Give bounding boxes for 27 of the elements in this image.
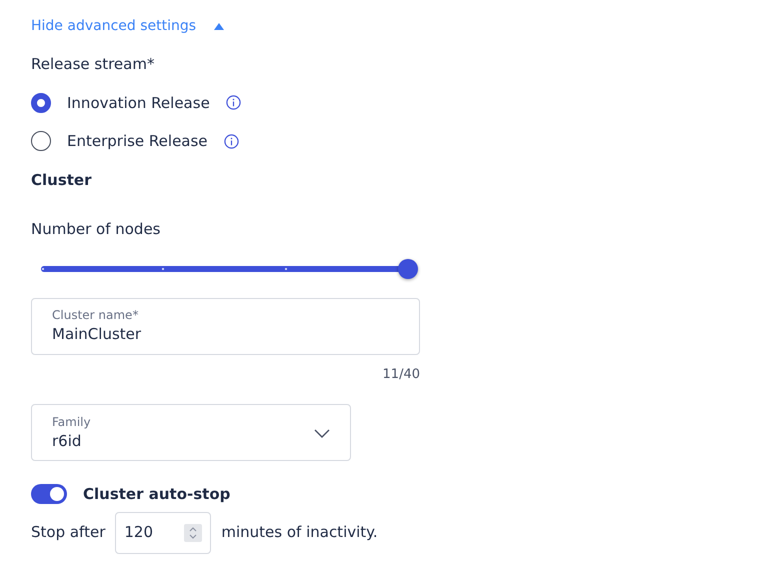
toggle-switch[interactable] [31, 484, 67, 504]
field-label: Release stream* [31, 54, 156, 75]
field-label: Cluster name* [52, 308, 140, 322]
character-counter: 11/40 [382, 366, 420, 384]
text-field[interactable]: Cluster name* MainCluster [31, 298, 420, 354]
info-icon[interactable] [226, 95, 241, 110]
field-value: r6id [52, 431, 82, 451]
field-label: Family [52, 415, 91, 429]
field-value: MainCluster [52, 324, 142, 344]
select-field[interactable]: Family r6id [31, 404, 351, 461]
radio-button[interactable] [31, 131, 51, 152]
spinner-icon[interactable] [184, 524, 202, 542]
slider-thumb[interactable] [398, 258, 418, 278]
field-label: Number of nodes [31, 219, 162, 240]
chevron-down-icon [314, 428, 330, 438]
caret-icon [214, 23, 224, 30]
field-label: minutes of inactivity. [221, 522, 378, 544]
hide-advanced-link[interactable]: Hide advanced settings [31, 16, 224, 37]
field-value: 120 [124, 522, 153, 544]
radio-label[interactable]: Enterprise Release [67, 130, 208, 152]
section-heading: Cluster [31, 170, 92, 190]
toggle-label: Cluster auto-stop [83, 484, 230, 505]
info-icon[interactable] [224, 134, 239, 149]
number-field[interactable]: 120 [115, 512, 212, 554]
field-label: Stop after [31, 522, 106, 544]
radio-button[interactable] [31, 92, 51, 113]
radio-label[interactable]: Innovation Release [67, 92, 210, 114]
